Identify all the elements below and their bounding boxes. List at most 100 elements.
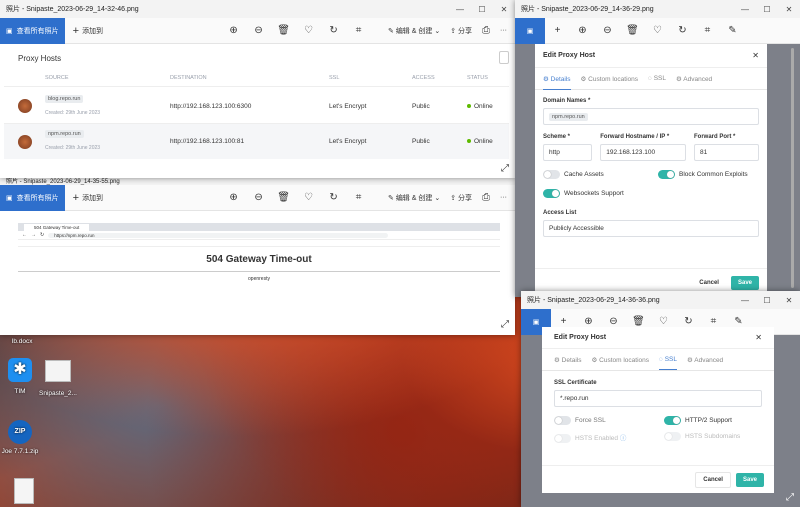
browser-tab[interactable]: 504 Gateway Time-out [24,223,90,231]
toggle-switch[interactable] [664,432,681,441]
crop-icon[interactable]: ⌗ [695,25,720,36]
print-icon[interactable]: ⎙ [482,25,490,36]
zoom-in-icon[interactable]: ⊕ [576,316,601,327]
crop-icon[interactable]: ⌗ [346,25,371,36]
expand-icon[interactable]: ⤢ [786,492,794,503]
zoom-in-icon[interactable]: ⊕ [570,25,595,36]
close-icon[interactable]: ✕ [755,333,762,342]
add-to-button[interactable]: + 添加到 [65,192,111,204]
toggle-switch[interactable] [543,170,560,179]
minimize-icon[interactable]: — [734,5,756,14]
more-icon[interactable]: ··· [500,27,507,34]
photos-window-edit-ssl[interactable]: 照片 - Snipaste_2023-06-29_14-36-36.png — ☐… [521,291,800,507]
back-icon[interactable]: ← [22,232,27,238]
add-to-button[interactable]: + 添加到 [65,25,111,37]
tab-advanced[interactable]: ⚙ Advanced [676,75,712,83]
favorite-icon[interactable]: ♡ [645,25,670,36]
minimize-icon[interactable]: — [734,296,756,305]
toggle-switch[interactable] [664,416,681,425]
desktop-icon-doc[interactable] [4,478,44,504]
port-field[interactable]: 81 [693,144,760,161]
edit-icon[interactable]: ✎ [720,25,745,36]
rotate-icon[interactable]: ↻ [321,192,346,203]
block-exploits-toggle[interactable]: Block Common Exploits [658,170,748,179]
zoom-in-icon[interactable]: ⊕ [221,192,246,203]
tab-details[interactable]: ⚙ Details [554,356,582,364]
host-field[interactable]: 192.168.123.100 [600,144,686,161]
maximize-icon[interactable]: ☐ [471,5,493,14]
ssl-cert-select[interactable]: *.repo.run [554,390,762,407]
zoom-out-icon[interactable]: ⊖ [601,316,626,327]
zoom-out-icon[interactable]: ⊖ [246,25,271,36]
desktop-icon-zip[interactable]: ZIP Joe 7.7.1.zip [0,420,40,455]
favorite-icon[interactable]: ♡ [651,316,676,327]
desktop-icon-partial[interactable]: Ib.docx [2,338,42,345]
expand-icon[interactable]: ⤢ [501,319,509,330]
scheme-field[interactable]: http [543,144,593,161]
photos-window-proxy-hosts[interactable]: 照片 - Snipaste_2023-06-29_14-32-46.png — ☐… [0,0,515,178]
zoom-out-icon[interactable]: ⊖ [246,192,271,203]
delete-icon[interactable]: 🗑 [271,25,296,36]
zoom-out-icon[interactable]: ⊖ [595,25,620,36]
close-icon[interactable]: ✕ [778,296,800,305]
all-photos-button[interactable]: ▣ 查看所有照片 [0,184,65,211]
table-row[interactable]: npm.repo.run Created: 29th June 2023 htt… [4,123,509,159]
forward-icon[interactable]: → [31,232,36,238]
desktop-icon-tim[interactable]: ✱ TIM [0,358,40,395]
plus-icon[interactable]: + [545,25,570,36]
websockets-toggle[interactable]: Websockets Support [543,189,759,198]
http2-toggle[interactable]: HTTP/2 Support [664,416,732,425]
edit-icon[interactable]: ✎ [726,316,751,327]
rotate-icon[interactable]: ↻ [321,25,346,36]
rotate-icon[interactable]: ↻ [676,316,701,327]
force-ssl-toggle[interactable]: Force SSL [554,416,664,425]
save-button[interactable]: Save [735,472,764,487]
table-row[interactable]: blog.repo.run Created: 29th June 2023 ht… [4,86,509,122]
close-icon[interactable]: ✕ [493,5,515,14]
tab-ssl[interactable]: ◌ SSL [659,356,677,370]
maximize-icon[interactable]: ☐ [756,5,778,14]
toggle-switch[interactable] [658,170,675,179]
delete-icon[interactable]: 🗑 [271,192,296,203]
tab-ssl[interactable]: ◌ SSL [648,75,666,82]
scrollbar[interactable] [791,48,794,288]
url-field[interactable]: https://npm.repo.run [48,232,389,238]
tab-custom-locations[interactable]: ⚙ Custom locations [592,356,650,364]
rotate-icon[interactable]: ↻ [670,25,695,36]
print-icon[interactable]: ⎙ [482,192,490,203]
close-icon[interactable]: ✕ [752,51,759,60]
cancel-button[interactable]: Cancel [692,276,726,290]
close-icon[interactable]: ✕ [778,5,800,14]
share-button[interactable]: ⇪ 分享 [450,193,472,203]
photos-window-504[interactable]: 照片 - Snipaste_2023-06-29_14-35-55.png ▣ 查… [0,175,515,335]
crop-icon[interactable]: ⌗ [346,192,371,203]
cache-assets-toggle[interactable]: Cache Assets [543,170,658,179]
zoom-in-icon[interactable]: ⊕ [221,25,246,36]
maximize-icon[interactable]: ☐ [756,296,778,305]
expand-icon[interactable]: ⤢ [501,163,509,174]
save-button[interactable]: Save [730,276,759,290]
access-list-select[interactable]: Publicly Accessible [543,220,759,237]
tab-details[interactable]: ⚙ Details [543,75,571,90]
favorite-icon[interactable]: ♡ [296,25,321,36]
crop-icon[interactable]: ⌗ [701,316,726,327]
hsts-toggle[interactable]: HSTS Enabled ⓘ [554,432,664,443]
card-top-button[interactable] [499,51,509,64]
more-icon[interactable]: ··· [500,194,507,201]
desktop-icon-snipaste[interactable]: Snipaste_2... [38,360,78,397]
delete-icon[interactable]: 🗑 [620,25,645,36]
plus-icon[interactable]: + [551,316,576,327]
reload-icon[interactable]: ↻ [40,232,44,238]
tab-custom-locations[interactable]: ⚙ Custom locations [581,75,639,83]
toggle-switch[interactable] [554,433,571,443]
edit-create-button[interactable]: ✎ 编辑 & 创建 ⌄ [388,193,440,203]
hsts-subdomains-toggle[interactable]: HSTS Subdomains [664,432,740,443]
tab-advanced[interactable]: ⚙ Advanced [687,356,723,364]
domain-field[interactable]: npm.repo.run [543,108,759,125]
toggle-switch[interactable] [554,416,571,425]
delete-icon[interactable]: 🗑 [626,316,651,327]
share-button[interactable]: ⇪ 分享 [450,26,472,36]
edit-create-button[interactable]: ✎ 编辑 & 创建 ⌄ [388,26,440,36]
all-photos-button[interactable]: ▣ 查看所有照片 [0,17,65,44]
photos-window-edit-details[interactable]: 照片 - Snipaste_2023-06-29_14-36-29.png — ☐… [515,0,800,297]
